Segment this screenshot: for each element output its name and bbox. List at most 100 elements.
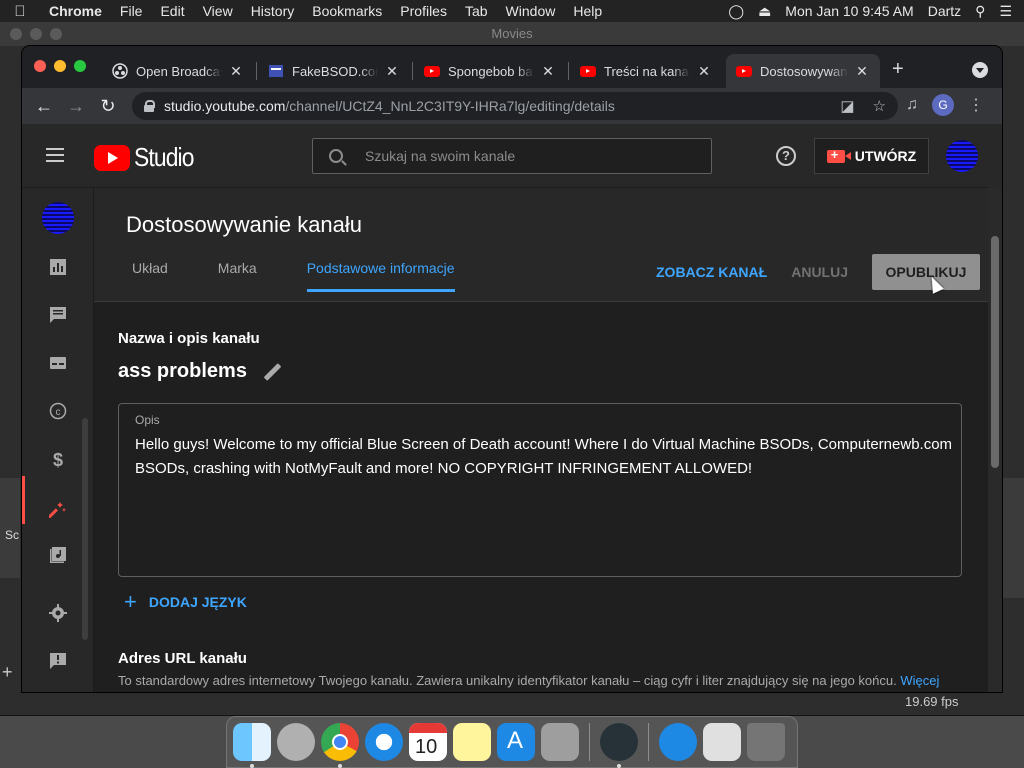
subtitles-icon[interactable] bbox=[48, 354, 68, 374]
add-scene-icon[interactable]: + bbox=[2, 662, 13, 683]
menu-file[interactable]: File bbox=[111, 3, 152, 19]
studio-page: Studio Szukaj na swoim kanale ? UTWÓRZ c… bbox=[22, 124, 1002, 692]
video-camera-icon bbox=[826, 147, 851, 163]
browser-tab[interactable]: Open Broadcaster ✕ bbox=[102, 54, 254, 88]
translate-icon[interactable]: ◪ bbox=[840, 97, 854, 115]
app-store-icon[interactable]: A bbox=[497, 723, 535, 761]
eject-icon[interactable]: ⏏ bbox=[758, 3, 771, 20]
reload-button[interactable]: ↻ bbox=[92, 96, 124, 117]
close-tab-icon[interactable]: ✕ bbox=[696, 63, 712, 80]
monetization-icon[interactable]: $ bbox=[48, 450, 68, 470]
system-preferences-gear-icon[interactable] bbox=[541, 723, 579, 761]
description-text[interactable]: Hello guys! Welcome to my official Blue … bbox=[135, 433, 955, 481]
hamburger-menu-icon[interactable] bbox=[46, 148, 66, 162]
menu-profiles[interactable]: Profiles bbox=[391, 3, 456, 19]
channel-avatar[interactable] bbox=[42, 202, 74, 234]
menu-history[interactable]: History bbox=[242, 3, 304, 19]
menu-bookmarks[interactable]: Bookmarks bbox=[303, 3, 391, 19]
menu-tab[interactable]: Tab bbox=[456, 3, 497, 19]
chrome-menu-icon[interactable]: ⋮ bbox=[968, 95, 984, 115]
browser-tab[interactable]: Treści na kanale ✕ bbox=[570, 54, 722, 88]
finder-icon[interactable] bbox=[233, 723, 271, 768]
description-label: Opis bbox=[135, 413, 160, 427]
nav-scrollbar[interactable] bbox=[82, 418, 88, 640]
edit-pencil-icon[interactable] bbox=[263, 362, 282, 381]
close-tab-icon[interactable]: ✕ bbox=[854, 63, 870, 80]
close-tab-icon[interactable]: ✕ bbox=[384, 63, 400, 80]
launchpad-rocket-icon[interactable] bbox=[277, 723, 315, 761]
tab-branding[interactable]: Marka bbox=[218, 260, 257, 290]
menubar-user[interactable]: Dartz bbox=[928, 3, 961, 19]
notes-icon[interactable] bbox=[453, 723, 491, 761]
channel-search-input[interactable]: Szukaj na swoim kanale bbox=[312, 138, 712, 174]
settings-gear-icon[interactable] bbox=[48, 604, 68, 624]
copyright-icon[interactable]: c bbox=[48, 402, 68, 422]
menu-window[interactable]: Window bbox=[497, 3, 565, 19]
publish-button[interactable]: OPUBLIKUJ bbox=[872, 254, 980, 290]
view-channel-button[interactable]: ZOBACZ KANAŁ bbox=[656, 264, 767, 280]
customization-header: Dostosowywanie kanału Układ Marka Podsta… bbox=[94, 188, 988, 302]
account-avatar[interactable] bbox=[946, 140, 978, 172]
minimize-window-button[interactable] bbox=[54, 60, 66, 72]
menubar-clock[interactable]: Mon Jan 10 9:45 AM bbox=[785, 3, 913, 19]
channel-name-row: ass problems bbox=[118, 360, 282, 383]
notification-center-icon[interactable]: ☰ bbox=[999, 3, 1012, 20]
document-icon[interactable] bbox=[703, 723, 741, 761]
tab-title: Open Broadcaster bbox=[136, 63, 222, 79]
close-tab-icon[interactable]: ✕ bbox=[540, 63, 556, 80]
browser-tab[interactable]: Spongebob battle ✕ bbox=[414, 54, 566, 88]
url-host: studio.youtube.com bbox=[164, 98, 286, 114]
background-window-controls bbox=[10, 28, 62, 40]
media-controls-icon[interactable]: ♫ bbox=[906, 96, 918, 114]
comments-icon[interactable] bbox=[48, 306, 68, 326]
apple-menu-icon[interactable]:  bbox=[0, 3, 40, 20]
description-field[interactable]: Opis Hello guys! Welcome to my official … bbox=[118, 403, 962, 577]
tab-layout[interactable]: Układ bbox=[132, 260, 168, 290]
browser-toolbar: ← → ↻ studio.youtube.com/channel/UCtZ4_N… bbox=[22, 88, 1002, 124]
customization-wand-icon[interactable] bbox=[47, 500, 68, 520]
feedback-icon[interactable] bbox=[48, 652, 68, 672]
page-icon bbox=[268, 63, 284, 79]
fps-readout: 19.69 fps bbox=[905, 694, 959, 709]
back-button[interactable]: ← bbox=[28, 96, 60, 117]
tab-basic-info[interactable]: Podstawowe informacje bbox=[306, 260, 455, 292]
forward-button[interactable]: → bbox=[60, 96, 92, 117]
analytics-icon[interactable] bbox=[48, 258, 68, 278]
browser-tab-active[interactable]: Dostosowywanie ✕ bbox=[726, 54, 880, 88]
lock-icon[interactable] bbox=[144, 100, 155, 112]
spotlight-search-icon[interactable]: ⚲ bbox=[975, 3, 985, 20]
dock-separator bbox=[589, 723, 590, 761]
safari-compass-icon[interactable] bbox=[365, 723, 403, 761]
menu-edit[interactable]: Edit bbox=[151, 3, 193, 19]
studio-logo-text: Studio bbox=[134, 142, 194, 172]
bookmark-star-icon[interactable]: ☆ bbox=[873, 97, 886, 115]
menu-app-name[interactable]: Chrome bbox=[40, 3, 111, 19]
toolbar-right: ♫ G ⋮ bbox=[906, 94, 984, 116]
close-tab-icon[interactable]: ✕ bbox=[228, 63, 244, 80]
menu-help[interactable]: Help bbox=[564, 3, 611, 19]
browser-tab[interactable]: FakeBSOD.com ✕ bbox=[258, 54, 410, 88]
address-bar[interactable]: studio.youtube.com/channel/UCtZ4_NnL2C3I… bbox=[132, 92, 898, 120]
close-window-button[interactable] bbox=[34, 60, 46, 72]
audio-library-icon[interactable] bbox=[48, 546, 68, 566]
new-tab-button[interactable]: + bbox=[892, 58, 904, 81]
trash-icon[interactable] bbox=[747, 723, 785, 761]
menu-view[interactable]: View bbox=[194, 3, 242, 19]
tab-title: Dostosowywanie bbox=[760, 63, 848, 79]
profile-avatar[interactable]: G bbox=[932, 94, 954, 116]
tab-search-button[interactable] bbox=[972, 62, 988, 78]
learn-more-link[interactable]: Więcej bbox=[900, 673, 939, 688]
app-store-downloads-icon[interactable] bbox=[659, 723, 697, 761]
page-scrollbar[interactable] bbox=[988, 188, 1002, 692]
add-language-button[interactable]: + DODAJ JĘZYK bbox=[124, 591, 247, 613]
zoom-window-button[interactable] bbox=[74, 60, 86, 72]
help-icon[interactable]: ? bbox=[776, 146, 796, 166]
page-scrollbar-thumb[interactable] bbox=[991, 236, 999, 468]
studio-logo[interactable]: Studio bbox=[94, 142, 202, 173]
chrome-app-icon[interactable] bbox=[321, 723, 359, 768]
obs-status-icon[interactable]: ◯ bbox=[728, 3, 744, 20]
calendar-icon[interactable]: 10 bbox=[409, 723, 447, 761]
create-button[interactable]: UTWÓRZ bbox=[814, 138, 929, 174]
cancel-button[interactable]: ANULUJ bbox=[791, 264, 848, 280]
obs-app-icon[interactable] bbox=[600, 723, 638, 768]
